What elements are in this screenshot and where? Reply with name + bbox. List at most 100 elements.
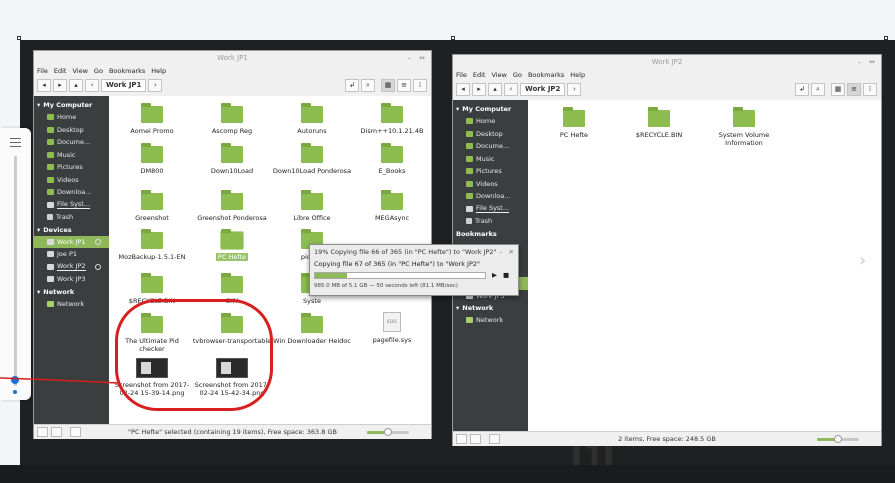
zoom-knob[interactable]: [834, 435, 842, 443]
sidebar-item-work-jp2[interactable]: Work JP2: [34, 261, 109, 274]
path-right-icon[interactable]: ›: [148, 78, 163, 92]
menu-view[interactable]: View: [72, 67, 87, 75]
sidebar-item-downloads[interactable]: Downloa...: [453, 190, 528, 203]
forward-icon[interactable]: ▸: [53, 78, 67, 92]
sidebar-item-pictures[interactable]: Pictures: [34, 161, 109, 174]
folder-item[interactable]: $RECYCLE.BIN: [619, 107, 699, 139]
path-left-icon[interactable]: ‹: [504, 82, 518, 96]
grip-icon[interactable]: [10, 138, 21, 147]
sidebar-item-downloads[interactable]: Downloa...: [34, 186, 109, 199]
icon-view-icon[interactable]: ▦: [831, 82, 845, 96]
eject-icon[interactable]: [95, 263, 101, 270]
folder-item[interactable]: DM800: [112, 143, 192, 175]
up-icon[interactable]: ▴: [488, 82, 502, 96]
selection-handle[interactable]: [17, 36, 21, 40]
compact-view-icon[interactable]: ⁞: [863, 82, 877, 96]
up-icon[interactable]: ▴: [69, 78, 83, 92]
path-button[interactable]: Work JP2: [520, 82, 566, 96]
path-button[interactable]: Work JP1: [101, 78, 147, 92]
sidebar-item-videos[interactable]: Videos: [453, 178, 528, 191]
sidebar-item-videos[interactable]: Videos: [34, 174, 109, 187]
folder-item[interactable]: E_Books: [352, 143, 432, 175]
sidebar-item-work-jp1[interactable]: Work JP1: [34, 235, 109, 248]
sidebar-item-filesystem[interactable]: File Syst...: [34, 199, 109, 212]
next-arrow-icon[interactable]: ›: [859, 252, 871, 270]
minimize-icon[interactable]: –: [499, 248, 502, 256]
menu-go[interactable]: Go: [513, 71, 522, 79]
selection-handle[interactable]: [451, 36, 455, 40]
side-slider-panel[interactable]: [0, 128, 31, 400]
sidebar-item-music[interactable]: Music: [453, 153, 528, 166]
folder-item[interactable]: System Volume Information: [704, 107, 784, 147]
dialog-titlebar[interactable]: 19% Copying file 66 of 365 (in "PC Hefte…: [310, 245, 518, 259]
stop-icon[interactable]: ■: [503, 271, 509, 279]
folder-item[interactable]: PC Hefte: [534, 107, 614, 139]
sidebar-heading-network[interactable]: ▾ Network: [453, 302, 528, 314]
folder-item[interactable]: Dism++10.1.21.4B: [352, 103, 432, 135]
sidebar-item-home[interactable]: Home: [453, 115, 528, 128]
window-titlebar[interactable]: Work JP2 – ⇔: [453, 55, 881, 69]
folder-item[interactable]: Greenshot Ponderosa: [192, 190, 272, 222]
sidebar-heading-devices[interactable]: ▾ Devices: [34, 224, 109, 236]
folder-item-selected[interactable]: PC Hefte: [192, 229, 272, 261]
copy-progress-dialog[interactable]: 19% Copying file 66 of 365 (in "PC Hefte…: [309, 244, 519, 296]
menu-go[interactable]: Go: [94, 67, 103, 75]
selection-handle[interactable]: [884, 36, 888, 40]
menu-help[interactable]: Help: [570, 71, 585, 79]
file-item[interactable]: 0101 pagefile.sys: [352, 312, 432, 344]
icon-view-icon[interactable]: ▦: [381, 78, 395, 92]
menu-file[interactable]: File: [37, 67, 48, 75]
menu-edit[interactable]: Edit: [54, 67, 67, 75]
folder-item[interactable]: Down10Load Ponderosa: [272, 143, 352, 175]
toggle-location-icon[interactable]: ↲: [345, 78, 359, 92]
eject-icon[interactable]: [95, 238, 101, 245]
sidebar-item-filesystem[interactable]: File Syst...: [453, 203, 528, 216]
menu-help[interactable]: Help: [151, 67, 166, 75]
path-right-icon[interactable]: ›: [567, 82, 582, 96]
minimize-icon[interactable]: –: [858, 58, 862, 66]
folder-item[interactable]: Win Downloader Heidoc: [272, 313, 352, 345]
sidebar-item-trash[interactable]: Trash: [453, 215, 528, 228]
menu-view[interactable]: View: [491, 71, 506, 79]
sidebar-item-network[interactable]: Network: [34, 298, 109, 311]
back-icon[interactable]: ◂: [37, 78, 51, 92]
sidebar-item-pictures[interactable]: Pictures: [453, 165, 528, 178]
zoom-slider[interactable]: [817, 435, 859, 443]
sidebar-item-documents[interactable]: Docume...: [34, 136, 109, 149]
menu-bookmarks[interactable]: Bookmarks: [528, 71, 564, 79]
minimize-icon[interactable]: –: [408, 54, 412, 62]
file-view[interactable]: PC Hefte $RECYCLE.BIN System Volume Info…: [528, 100, 881, 432]
window-titlebar[interactable]: Work JP1 – ⇔: [34, 51, 431, 65]
sidebar-item-documents[interactable]: Docume...: [453, 140, 528, 153]
toggle-location-icon[interactable]: ↲: [795, 82, 809, 96]
folder-item[interactable]: MozBackup-1.5.1-EN: [112, 229, 192, 261]
slider-track[interactable]: [14, 156, 17, 386]
list-view-icon[interactable]: ≡: [397, 78, 411, 92]
sidebar-heading-bookmarks[interactable]: Bookmarks: [453, 228, 528, 240]
folder-item[interactable]: Down10Load: [192, 143, 272, 175]
menu-edit[interactable]: Edit: [473, 71, 486, 79]
sidebar-item-music[interactable]: Music: [34, 149, 109, 162]
folder-item[interactable]: Greenshot: [112, 190, 192, 222]
path-left-icon[interactable]: ‹: [85, 78, 99, 92]
maximize-icon[interactable]: ⇔: [419, 54, 425, 62]
folder-item[interactable]: Aomei Promo: [112, 103, 192, 135]
sidebar-item-work-jp3[interactable]: Work JP3: [34, 273, 109, 286]
sidebar-heading-network[interactable]: ▾ Network: [34, 286, 109, 298]
sidebar-item-trash[interactable]: Trash: [34, 211, 109, 224]
sidebar-item-joe-p1[interactable]: Joe P1: [34, 248, 109, 261]
resume-icon[interactable]: ▶: [492, 271, 497, 279]
sidebar-heading-my-computer[interactable]: ▾ My Computer: [453, 103, 528, 115]
sidebar-item-home[interactable]: Home: [34, 111, 109, 124]
menu-file[interactable]: File: [456, 71, 467, 79]
compact-view-icon[interactable]: ⁞: [413, 78, 427, 92]
folder-item[interactable]: Libre Office: [272, 190, 352, 222]
zoom-slider[interactable]: [367, 428, 409, 436]
menu-bookmarks[interactable]: Bookmarks: [109, 67, 145, 75]
list-view-icon[interactable]: ≡: [847, 82, 861, 96]
sidebar-item-desktop[interactable]: Desktop: [34, 124, 109, 137]
folder-item[interactable]: Autoruns: [272, 103, 352, 135]
maximize-icon[interactable]: ⇔: [869, 58, 875, 66]
back-icon[interactable]: ◂: [456, 82, 470, 96]
forward-icon[interactable]: ▸: [472, 82, 486, 96]
